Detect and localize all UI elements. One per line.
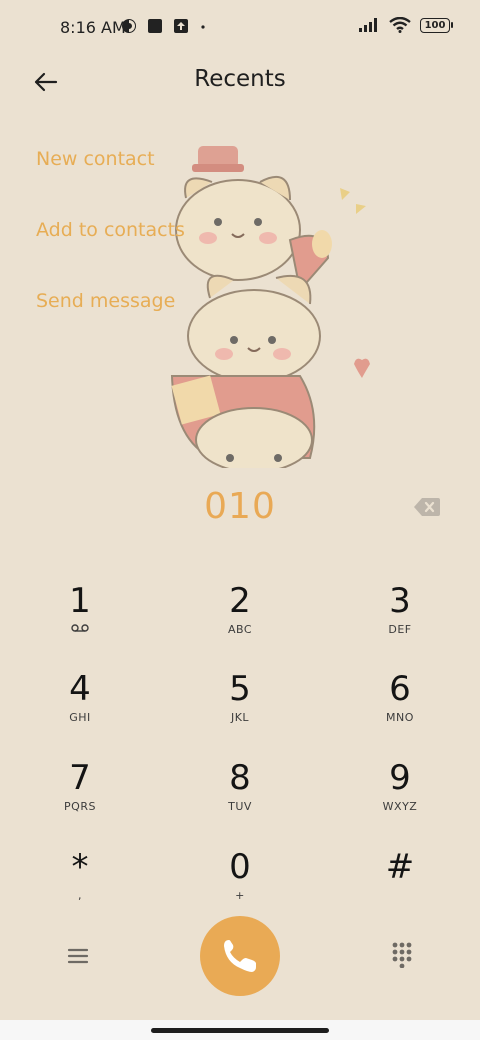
navigation-bar <box>0 1020 480 1040</box>
square-icon <box>148 19 162 33</box>
send-message-link[interactable]: Send message <box>36 290 175 312</box>
key-digit: 4 <box>69 669 91 709</box>
key-digit: 3 <box>389 581 411 621</box>
status-icons-right: 100 <box>358 17 453 33</box>
key-star[interactable]: * , <box>20 847 140 927</box>
add-to-contacts-link[interactable]: Add to contacts <box>36 219 185 241</box>
new-contact-link[interactable]: New contact <box>36 148 155 170</box>
phone-icon <box>224 940 256 972</box>
key-letters <box>340 889 460 903</box>
voicemail-icon <box>20 623 140 637</box>
key-letters: GHI <box>69 711 91 724</box>
page-title: Recents <box>194 66 286 92</box>
key-digit: * <box>71 847 89 887</box>
key-letters: ABC <box>227 623 253 636</box>
header: Recents <box>0 56 480 108</box>
key-digit: 6 <box>389 669 411 709</box>
backspace-icon[interactable] <box>413 496 441 518</box>
upload-icon <box>174 19 188 33</box>
dragon-mascot-illustration <box>170 146 370 468</box>
battery-icon: 100 <box>420 17 453 33</box>
key-4[interactable]: 4 GHI <box>20 669 140 749</box>
key-letters: WXYZ <box>382 800 418 813</box>
key-digit: 8 <box>229 758 251 798</box>
home-indicator[interactable] <box>151 1028 329 1033</box>
status-icons-left <box>121 18 207 34</box>
key-letters: PQRS <box>64 800 96 813</box>
key-5[interactable]: 5 JKL <box>180 669 300 749</box>
key-digit: 9 <box>389 758 411 798</box>
wifi-icon <box>389 17 411 33</box>
key-0[interactable]: 0 + <box>180 847 300 927</box>
key-2[interactable]: 2 ABC <box>180 581 300 661</box>
vpn-icon <box>122 19 136 33</box>
status-bar: 8:16 AM 100 <box>0 0 480 56</box>
key-letters: MNO <box>386 711 414 724</box>
key-letters: , <box>78 889 82 902</box>
key-6[interactable]: 6 MNO <box>340 669 460 749</box>
key-digit: 0 <box>229 847 251 887</box>
key-letters: + <box>235 889 245 902</box>
key-1[interactable]: 1 <box>20 581 140 661</box>
key-letters: DEF <box>388 623 412 636</box>
status-time: 8:16 AM <box>60 18 126 37</box>
key-letters: TUV <box>228 800 252 813</box>
key-digit: 2 <box>229 581 251 621</box>
key-digit: 5 <box>229 669 251 709</box>
key-digit: # <box>385 847 415 887</box>
call-button[interactable] <box>200 916 280 996</box>
key-9[interactable]: 9 WXYZ <box>340 758 460 838</box>
dialpad-icon[interactable] <box>388 940 416 968</box>
hamburger-icon[interactable] <box>64 944 92 968</box>
key-3[interactable]: 3 DEF <box>340 581 460 661</box>
signal-icon <box>359 18 377 32</box>
key-digit: 1 <box>69 581 91 621</box>
key-8[interactable]: 8 TUV <box>180 758 300 838</box>
key-letters: JKL <box>230 711 250 724</box>
key-7[interactable]: 7 PQRS <box>20 758 140 838</box>
key-digit: 7 <box>69 758 91 798</box>
dot-icon <box>201 25 205 29</box>
key-hash[interactable]: # <box>340 847 460 927</box>
dialed-number[interactable]: 010 <box>0 486 480 527</box>
